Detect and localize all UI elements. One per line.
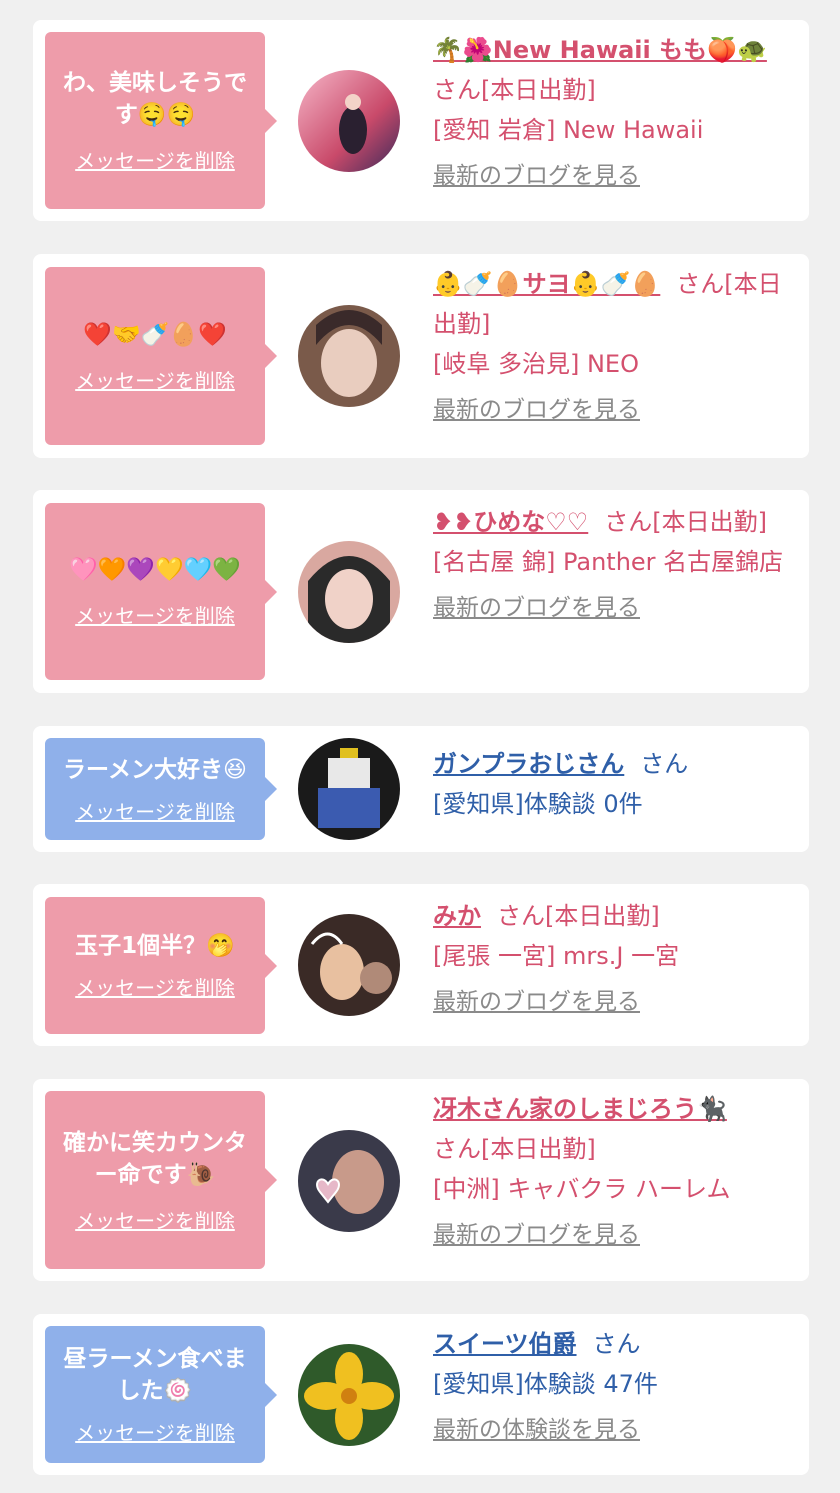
message-bubble: わ、美味しそうです🤤🤤 メッセージを削除	[45, 32, 277, 209]
sender-info: 冴木さん家のしまじろう🐈‍⬛ さん[本日出勤] [中洲] キャバクラ ハーレム …	[433, 1089, 799, 1255]
message-text: 玉子1個半？🤭	[75, 933, 235, 959]
avatar[interactable]	[298, 1344, 400, 1446]
sender-info: ❥❥ひめな♡♡ さん[本日出勤] [名古屋 錦] Panther 名古屋錦店 最新…	[433, 502, 799, 628]
list-item: ラーメン大好き😆 メッセージを削除 ガンプラおじさん さん [愛知県]体験談 0件	[33, 726, 809, 852]
sender-info: 🌴🌺New Hawaii もも🍑🐢 さん[本日出勤] [愛知 岩倉] New H…	[433, 30, 799, 196]
sender-info: ガンプラおじさん さん [愛知県]体験談 0件	[433, 744, 799, 824]
message-text: ❤️🤝🍼🥚❤️	[83, 321, 227, 348]
avatar[interactable]	[298, 70, 400, 172]
latest-blog-link[interactable]: 最新のブログを見る	[433, 1215, 799, 1255]
delete-message-link[interactable]: メッセージを削除	[75, 145, 235, 174]
sender-location: [中洲] キャバクラ ハーレム	[433, 1175, 731, 1203]
avatar[interactable]	[298, 914, 400, 1016]
list-item: 玉子1個半？🤭 メッセージを削除 みか さん[本日出勤] [尾張 一宮] mrs.…	[33, 884, 809, 1046]
sender-suffix: さん[本日出勤]	[497, 902, 660, 930]
list-item: ❤️🤝🍼🥚❤️ メッセージを削除 👶🍼🥚サヨ👶🍼🥚 さん[本日出勤] [岐阜 多治…	[33, 254, 809, 458]
sender-location: [尾張 一宮] mrs.J 一宮	[433, 942, 680, 970]
message-text: わ、美味しそうです🤤🤤	[63, 70, 247, 128]
sender-experience-count: [愛知県]体験談 0件	[433, 790, 643, 818]
sender-name-link[interactable]: ガンプラおじさん	[433, 750, 624, 778]
message-bubble: 確かに笑カウンター命です🐌 メッセージを削除	[45, 1091, 277, 1269]
sender-name-link[interactable]: 冴木さん家のしまじろう🐈‍⬛	[433, 1095, 727, 1123]
message-bubble: 昼ラーメン食べました🍥 メッセージを削除	[45, 1326, 277, 1463]
sender-location: [愛知 岩倉] New Hawaii	[433, 116, 704, 144]
sender-name-link[interactable]: みか	[433, 902, 481, 930]
latest-blog-link[interactable]: 最新のブログを見る	[433, 982, 799, 1022]
sender-info: スイーツ伯爵 さん [愛知県]体験談 47件 最新の体験談を見る	[433, 1324, 799, 1450]
list-item: わ、美味しそうです🤤🤤 メッセージを削除 🌴🌺New Hawaii もも🍑🐢 さ…	[33, 20, 809, 221]
sender-experience-count: [愛知県]体験談 47件	[433, 1370, 658, 1398]
delete-message-link[interactable]: メッセージを削除	[75, 1417, 235, 1446]
latest-blog-link[interactable]: 最新のブログを見る	[433, 156, 799, 196]
delete-message-link[interactable]: メッセージを削除	[75, 1205, 235, 1234]
message-bubble: 🩷🧡💜💛🩵💚 メッセージを削除	[45, 503, 277, 680]
sender-info: みか さん[本日出勤] [尾張 一宮] mrs.J 一宮 最新のブログを見る	[433, 896, 799, 1022]
sender-suffix: さん[本日出勤]	[604, 508, 767, 536]
sender-suffix: さん	[640, 750, 689, 778]
sender-name-link[interactable]: 👶🍼🥚サヨ👶🍼🥚	[433, 270, 660, 298]
sender-suffix: さん	[592, 1330, 641, 1358]
latest-experience-link[interactable]: 最新の体験談を見る	[433, 1410, 799, 1450]
list-item: 🩷🧡💜💛🩵💚 メッセージを削除 ❥❥ひめな♡♡ さん[本日出勤] [名古屋 錦] …	[33, 490, 809, 693]
sender-name-link[interactable]: スイーツ伯爵	[433, 1330, 577, 1358]
sender-name-link[interactable]: ❥❥ひめな♡♡	[433, 508, 588, 536]
sender-name-link[interactable]: 🌴🌺New Hawaii もも🍑🐢	[433, 36, 767, 64]
message-text: 昼ラーメン食べました🍥	[63, 1346, 247, 1404]
sender-suffix: さん[本日出勤]	[433, 76, 596, 104]
message-bubble: ❤️🤝🍼🥚❤️ メッセージを削除	[45, 267, 277, 445]
sender-info: 👶🍼🥚サヨ👶🍼🥚 さん[本日出勤] [岐阜 多治見] NEO 最新のブログを見る	[433, 264, 799, 430]
message-text: ラーメン大好き😆	[62, 756, 248, 783]
message-text: 🩷🧡💜💛🩵💚	[69, 557, 241, 583]
delete-message-link[interactable]: メッセージを削除	[75, 365, 235, 394]
delete-message-link[interactable]: メッセージを削除	[75, 972, 235, 1001]
latest-blog-link[interactable]: 最新のブログを見る	[433, 588, 799, 628]
delete-message-link[interactable]: メッセージを削除	[75, 600, 235, 629]
avatar[interactable]	[298, 541, 400, 643]
latest-blog-link[interactable]: 最新のブログを見る	[433, 390, 799, 430]
avatar[interactable]	[298, 1130, 400, 1232]
list-item: 確かに笑カウンター命です🐌 メッセージを削除 冴木さん家のしまじろう🐈‍⬛ さん…	[33, 1079, 809, 1281]
message-bubble: 玉子1個半？🤭 メッセージを削除	[45, 897, 277, 1034]
message-bubble: ラーメン大好き😆 メッセージを削除	[45, 738, 277, 840]
sender-suffix: さん[本日出勤]	[433, 1135, 596, 1163]
list-item: 昼ラーメン食べました🍥 メッセージを削除 スイーツ伯爵 さん [愛知県]体験談 4…	[33, 1314, 809, 1475]
avatar[interactable]	[298, 738, 400, 840]
message-text: 確かに笑カウンター命です🐌	[63, 1129, 247, 1188]
avatar[interactable]	[298, 305, 400, 407]
delete-message-link[interactable]: メッセージを削除	[75, 796, 235, 825]
sender-location: [名古屋 錦] Panther 名古屋錦店	[433, 548, 784, 576]
sender-location: [岐阜 多治見] NEO	[433, 350, 639, 378]
